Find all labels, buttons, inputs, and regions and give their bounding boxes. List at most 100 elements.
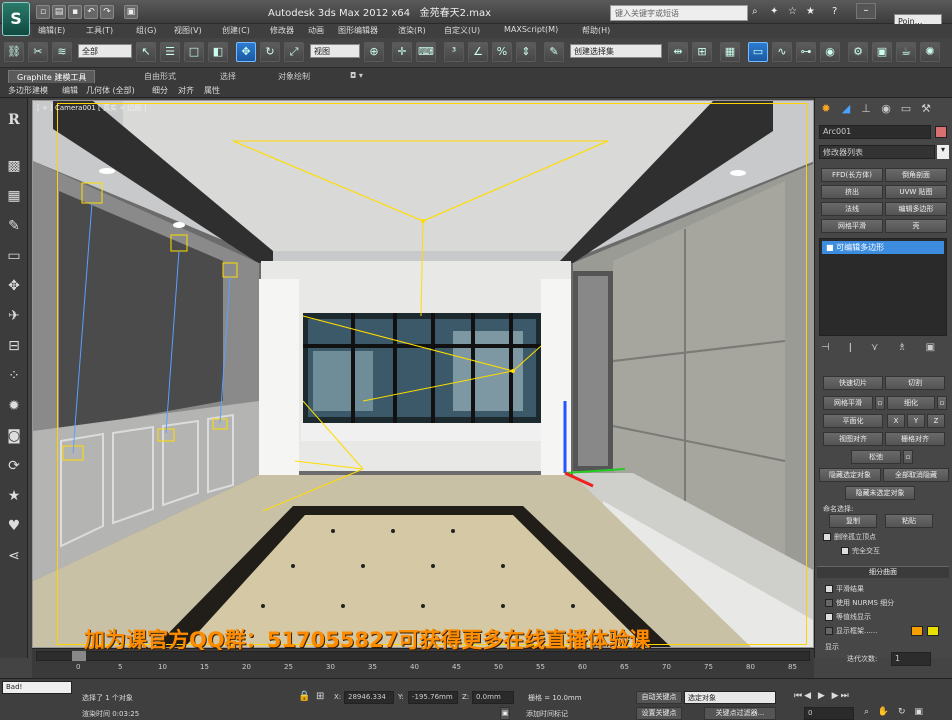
inbox-icon[interactable]: ⊟ (4, 336, 24, 356)
mod-meshsmooth-button[interactable]: 网格平滑 (821, 219, 883, 233)
modifier-stack[interactable]: ■ 可编辑多边形 (819, 238, 947, 336)
planar-y-button[interactable]: Y (907, 414, 925, 428)
set-key-button[interactable]: 设置关键点 (636, 707, 682, 720)
plane-icon[interactable]: ✈ (4, 306, 24, 326)
current-frame-field[interactable]: 0 (804, 707, 854, 720)
planar-x-button[interactable]: X (887, 414, 905, 428)
mod-normal-button[interactable]: 法线 (821, 202, 883, 216)
ribbon-geometry-all[interactable]: 几何体 (全部) (86, 85, 135, 96)
modifier-list-arrow-icon[interactable]: ▾ (937, 145, 949, 159)
monitor-icon[interactable]: ▭ (4, 246, 24, 266)
modify-tab-icon[interactable]: ◢ (837, 101, 855, 117)
hide-unselected-button[interactable]: 隐藏未选定对象 (845, 486, 915, 500)
smooth-result-checkbox[interactable]: 平滑结果 (825, 584, 864, 594)
save-file-icon[interactable]: ▪ (68, 5, 82, 19)
selection-filter-dropdown[interactable]: 全部 (78, 44, 132, 58)
maxscript-listener-field[interactable]: Bad! (2, 681, 72, 694)
select-and-scale-icon[interactable]: ⤢ (284, 42, 304, 62)
use-nurms-checkbox[interactable]: 使用 NURMS 细分 (825, 598, 894, 608)
copy-button[interactable]: 复制 (829, 514, 877, 528)
edit-icon[interactable]: ✎ (4, 216, 24, 236)
key-filters-button[interactable]: 关键点过滤器... (704, 707, 776, 720)
curve-editor-icon[interactable]: ∿ (772, 42, 792, 62)
menu-edit[interactable]: 编辑(E) (38, 25, 65, 36)
rendered-frame-icon[interactable]: ▣ (872, 42, 892, 62)
object-color-swatch[interactable] (935, 126, 947, 138)
ribbon-subdivision[interactable]: 细分 (152, 85, 168, 96)
add-time-tag-button[interactable]: 添加时间标记 (526, 709, 568, 719)
isoline-display-checkbox[interactable]: 等值线显示 (825, 612, 871, 622)
select-manipulate-icon[interactable]: ✛ (392, 42, 412, 62)
menu-graph-editors[interactable]: 图形编辑器 (338, 25, 378, 36)
menu-tools[interactable]: 工具(T) (86, 25, 113, 36)
subscription-icon[interactable]: ✦ (770, 6, 778, 17)
menu-animation[interactable]: 动画 (308, 25, 324, 36)
selection-lock-icon[interactable]: 🔒 (298, 691, 310, 702)
menu-modifiers[interactable]: 修改器 (270, 25, 294, 36)
tab-selection[interactable]: 选择 (212, 70, 244, 83)
tab-freeform[interactable]: 自由形式 (136, 70, 184, 83)
apps-icon[interactable]: ⁘ (4, 366, 24, 386)
menu-create[interactable]: 创建(C) (222, 25, 250, 36)
menu-customize[interactable]: 自定义(U) (444, 25, 480, 36)
tab-graphite[interactable]: Graphite 建模工具 (8, 70, 96, 83)
select-and-rotate-icon[interactable]: ↻ (260, 42, 280, 62)
utilities-tab-icon[interactable]: ⚒ (917, 101, 935, 117)
help-icon[interactable]: ? (832, 6, 837, 17)
render-icon[interactable]: ☕ (896, 42, 916, 62)
motion-tab-icon[interactable]: ◉ (877, 101, 895, 117)
paste-button[interactable]: 粘贴 (885, 514, 933, 528)
make-planar-button[interactable]: 平面化 (823, 414, 883, 428)
camera-icon[interactable]: ◙ (4, 426, 24, 446)
refresh-icon[interactable]: ⟳ (4, 456, 24, 476)
renderer-icon[interactable]: R (4, 110, 24, 130)
communication-icon[interactable]: ☆ (788, 6, 797, 17)
playback-controls-icon[interactable]: ⏮◀ ▶ ▶⏭ (794, 691, 851, 701)
sun-icon[interactable]: ✹ (4, 396, 24, 416)
tessellate-settings-button[interactable]: ▫ (937, 396, 947, 410)
image-icon[interactable]: ▩ (4, 156, 24, 176)
pivot-center-icon[interactable]: ⊕ (364, 42, 384, 62)
angle-snap-icon[interactable]: ∠ (468, 42, 488, 62)
mod-extrude-button[interactable]: 挤出 (821, 185, 883, 199)
camera-viewport[interactable]: [ + ] Camera001 [ 真实 + 边面 ] (32, 100, 814, 648)
absolute-mode-icon[interactable]: ⊞ (316, 691, 324, 702)
percent-snap-icon[interactable]: % (492, 42, 512, 62)
show-cage-checkbox[interactable]: 显示框架...... (825, 626, 877, 636)
display-tab-icon[interactable]: ▭ (897, 101, 915, 117)
search-input[interactable]: 键入关键字或短语 (610, 5, 748, 21)
quick-slice-button[interactable]: 快速切片 (823, 376, 883, 390)
stack-item-editable-poly[interactable]: ■ 可编辑多边形 (822, 241, 944, 254)
x-coord-field[interactable]: 28946.334 (344, 691, 394, 704)
bind-space-warp-icon[interactable]: ≋ (52, 42, 72, 62)
snap-toggle-icon[interactable]: ³ (444, 42, 464, 62)
align-icon[interactable]: ⊞ (692, 42, 712, 62)
schematic-view-icon[interactable]: ⊶ (796, 42, 816, 62)
search-icon[interactable]: ⌕ (752, 6, 758, 17)
create-tab-icon[interactable]: ✹ (817, 101, 835, 117)
mod-edit-poly-button[interactable]: 编辑多边形 (885, 202, 947, 216)
cut-button[interactable]: 切割 (885, 376, 945, 390)
rect-select-region-icon[interactable]: □ (184, 42, 204, 62)
time-tag-icon[interactable]: ▣ (500, 707, 510, 720)
reference-coordinate-dropdown[interactable]: 视图 (310, 44, 360, 58)
cage-color-2-swatch[interactable] (927, 626, 939, 636)
new-file-icon[interactable]: ▫ (36, 5, 50, 19)
spinner-snap-icon[interactable]: ⇕ (516, 42, 536, 62)
menu-group[interactable]: 组(G) (136, 25, 156, 36)
auto-key-button[interactable]: 自动关键点 (636, 691, 682, 704)
favorites-icon[interactable]: ★ (806, 6, 815, 17)
y-coord-field[interactable]: -195.76mm (408, 691, 458, 704)
viewport-label[interactable]: [ + ] Camera001 [ 真实 + 边面 ] (37, 103, 146, 113)
iterations-input[interactable]: 1 (891, 652, 931, 666)
mod-uvw-map-button[interactable]: UVW 贴图 (885, 185, 947, 199)
mod-bevel-profile-button[interactable]: 倒角剖面 (885, 168, 947, 182)
object-name-field[interactable]: Arc001 (819, 125, 931, 139)
heart-icon[interactable]: ♥ (4, 516, 24, 536)
mod-ffd-box-button[interactable]: FFD(长方体) (821, 168, 883, 182)
layer-manager-icon[interactable]: ▦ (720, 42, 740, 62)
window-crossing-icon[interactable]: ◧ (208, 42, 228, 62)
subdivision-rollout-header[interactable]: 细分曲面 (817, 566, 949, 578)
tab-object-paint[interactable]: 对象绘制 (270, 70, 318, 83)
app-logo[interactable]: S (2, 2, 30, 36)
